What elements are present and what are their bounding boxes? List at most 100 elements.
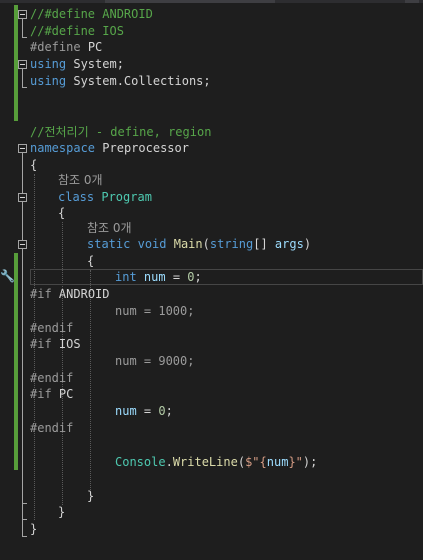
keyword: int — [115, 270, 137, 284]
code-line[interactable]: #endif — [30, 420, 73, 436]
class-name: Console — [115, 455, 166, 469]
preprocessor-directive: #if — [30, 337, 52, 351]
fold-toggle-icon[interactable] — [18, 240, 27, 249]
inactive-code: num = 9000; — [115, 354, 195, 368]
fold-toggle-icon[interactable] — [18, 10, 27, 19]
code-line[interactable]: #if PC — [30, 386, 73, 402]
tab-strip-edge — [0, 0, 423, 3]
number-literal: 0 — [187, 270, 195, 284]
variable: num — [143, 270, 166, 284]
variable: num — [115, 404, 137, 418]
semicolon: ; — [194, 270, 202, 284]
preprocessor-directive: #endif — [30, 321, 74, 335]
fold-end — [22, 37, 27, 38]
code-line[interactable]: int num = 0; — [115, 269, 202, 285]
current-line-highlight — [30, 269, 423, 285]
code-line[interactable]: #endif — [30, 370, 73, 386]
code-line[interactable]: static void Main(string[] args) — [87, 236, 311, 252]
fold-line — [22, 19, 23, 37]
code-line[interactable]: { — [58, 205, 65, 221]
dot: . — [165, 455, 173, 469]
preprocessor-symbol: ANDROID — [58, 287, 110, 301]
inactive-code-line[interactable]: num = 1000; — [115, 303, 194, 319]
code-line[interactable]: Console.WriteLine($"{num}"); — [115, 454, 317, 470]
fold-end — [22, 519, 27, 520]
inactive-code: num = 1000; — [115, 304, 195, 318]
codelens-references[interactable]: 참조 0개 — [87, 220, 132, 236]
brace: { — [30, 158, 38, 172]
code-line[interactable]: { — [30, 157, 37, 173]
fold-line — [22, 69, 23, 87]
preprocessor-symbol: PC — [87, 40, 103, 54]
paren: ) — [303, 237, 312, 251]
parameter: args — [274, 237, 304, 251]
brace: } — [30, 522, 38, 536]
code-line[interactable]: #if ANDROID — [30, 286, 110, 302]
code-line[interactable]: //전처리기 - define, region — [30, 124, 211, 140]
code-line[interactable]: { — [87, 253, 94, 269]
preprocessor-directive: #endif — [30, 421, 74, 435]
inactive-code-line[interactable]: num = 9000; — [115, 353, 194, 369]
code-line[interactable]: //#define ANDROID — [30, 6, 153, 22]
code-line[interactable]: } — [58, 504, 65, 520]
fold-end — [22, 503, 27, 504]
code-line[interactable]: #endif — [30, 320, 73, 336]
fold-toggle-icon[interactable] — [18, 193, 27, 202]
code-line[interactable]: num = 0; — [115, 403, 173, 419]
namespace-ref: System.Collections; — [73, 74, 211, 88]
method-name: WriteLine — [172, 455, 238, 469]
comment: //#define ANDROID — [30, 7, 153, 21]
document-tab[interactable] — [105, 0, 275, 3]
brace: } — [87, 489, 95, 503]
codelens-references[interactable]: 참조 0개 — [58, 172, 103, 188]
fold-toggle-icon[interactable] — [18, 144, 27, 153]
paren: ( — [202, 237, 210, 251]
code-line[interactable]: class Program — [58, 189, 152, 205]
brace: { — [58, 206, 66, 220]
operator: = — [165, 270, 188, 284]
change-bar — [14, 253, 18, 470]
variable: num — [266, 455, 289, 469]
indent-guide — [62, 222, 63, 505]
keyword: namespace — [30, 141, 96, 155]
codelens-label: 참조 0개 — [58, 173, 103, 187]
code-editor[interactable]: 🔧 //#define ANDROID //#define IOS #defin… — [0, 0, 423, 560]
code-line[interactable]: #define PC — [30, 39, 102, 55]
tab-close-area[interactable] — [405, 0, 419, 3]
comment: //전처리기 - define, region — [30, 125, 212, 139]
indent-guide — [90, 270, 91, 490]
code-line[interactable]: using System; — [30, 56, 124, 72]
preprocessor-symbol: IOS — [58, 337, 81, 351]
namespace-ref: System; — [73, 57, 124, 71]
codelens-label: 참조 0개 — [87, 221, 132, 235]
keyword: void — [137, 237, 167, 251]
paren: ( — [237, 455, 246, 469]
keyword: class — [58, 190, 95, 204]
code-line[interactable]: using System.Collections; — [30, 73, 211, 89]
preprocessor-symbol: PC — [58, 387, 74, 401]
preprocessor-directive: #endif — [30, 371, 74, 385]
comment: //#define IOS — [30, 24, 124, 38]
namespace-name: Preprocessor — [102, 141, 189, 155]
class-name: Program — [101, 190, 152, 204]
paren: ); — [302, 455, 318, 469]
code-line[interactable]: namespace Preprocessor — [30, 140, 189, 156]
preprocessor-directive: #define — [30, 40, 81, 54]
array-brackets: [] — [253, 237, 275, 251]
code-line[interactable]: //#define IOS — [30, 23, 124, 39]
keyword: using — [30, 57, 67, 71]
fold-end — [22, 87, 27, 88]
keyword: static — [87, 237, 131, 251]
brace: { — [87, 254, 95, 268]
code-line[interactable]: } — [30, 521, 37, 537]
string-literal: }" — [288, 455, 303, 469]
wrench-icon[interactable]: 🔧 — [0, 268, 15, 284]
fold-line — [22, 153, 23, 536]
brace: } — [58, 505, 66, 519]
semicolon: ; — [165, 404, 173, 418]
code-line[interactable]: #if IOS — [30, 336, 81, 352]
code-line[interactable]: } — [87, 488, 94, 504]
fold-toggle-icon[interactable] — [18, 60, 27, 69]
string-literal: $"{ — [245, 455, 267, 469]
keyword: string — [209, 237, 254, 251]
